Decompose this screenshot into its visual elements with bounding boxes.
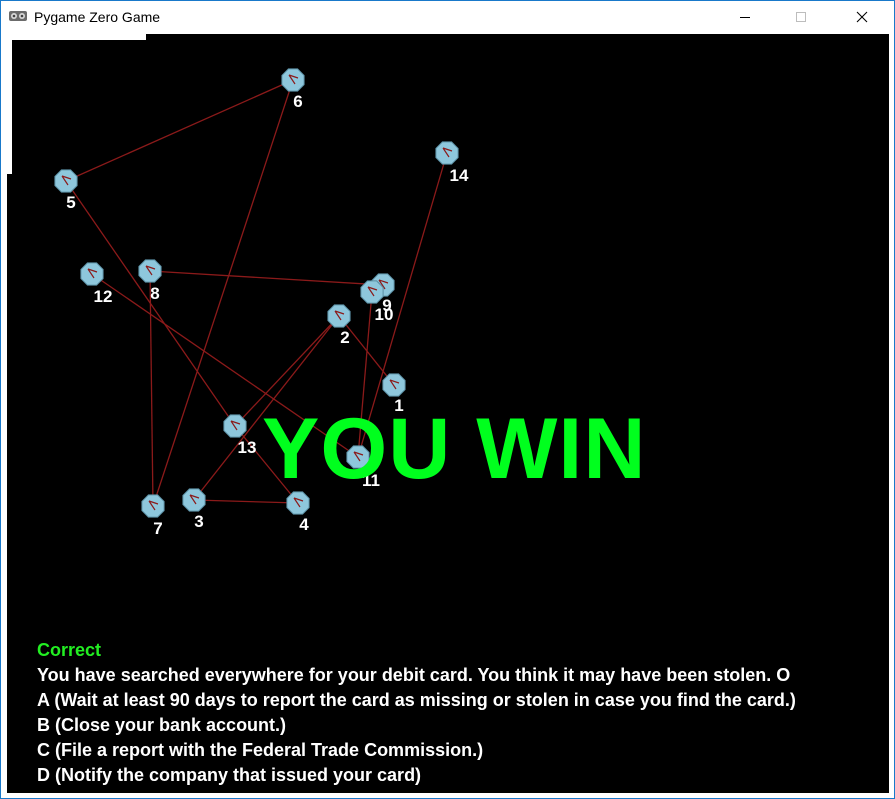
edge-3-4 [193,499,299,504]
node-label-7: 7 [153,519,162,538]
close-button[interactable] [839,1,885,33]
option-d[interactable]: D (Notify the company that issued your c… [37,763,889,788]
pygame-icon [9,11,27,21]
option-c[interactable]: C (File a report with the Federal Trade … [37,738,889,763]
node-8[interactable]: 8 [138,259,162,303]
node-label-4: 4 [299,515,309,534]
node-4[interactable]: 4 [286,491,310,534]
edge-5-6 [65,79,294,182]
game-canvas[interactable]: 1 2 3 4 5 6 7 8 9 10 11 12 13 14 YOU WIN Correct You … [7,34,889,793]
node-label-2: 2 [340,328,349,347]
node-label-10: 10 [375,305,394,324]
game-window: Pygame Zero Game 1 2 3 4 5 6 7 8 9 10 11 12 13 14 YOU… [0,0,895,799]
title-bar[interactable]: Pygame Zero Game [1,1,894,33]
node-label-14: 14 [450,166,469,185]
maximize-icon [796,12,806,22]
option-b[interactable]: B (Close your bank account.) [37,713,889,738]
node-label-5: 5 [66,193,75,212]
window-title: Pygame Zero Game [34,9,161,25]
minimize-button[interactable] [722,1,768,33]
edge-5-13 [65,180,236,427]
answer-status: Correct [37,640,102,660]
maximize-button[interactable] [778,1,824,33]
node-label-3: 3 [194,512,203,531]
node-5[interactable]: 5 [54,169,78,212]
option-a[interactable]: A (Wait at least 90 days to report the c… [37,688,889,713]
node-7[interactable]: 7 [141,494,165,538]
question-text: You have searched everywhere for your de… [37,665,791,685]
node-label-13: 13 [238,438,257,457]
win-banner: YOU WIN [262,401,647,497]
node-label-6: 6 [293,92,302,111]
node-label-12: 12 [94,287,113,306]
question-panel: Correct You have searched everywhere for… [37,638,889,788]
node-label-8: 8 [150,284,159,303]
node-13[interactable]: 13 [223,414,257,457]
node-14[interactable]: 14 [435,141,469,185]
node-3[interactable]: 3 [182,488,206,531]
minimize-icon [740,17,750,18]
edge-8-9 [149,270,384,286]
close-icon [856,11,868,23]
